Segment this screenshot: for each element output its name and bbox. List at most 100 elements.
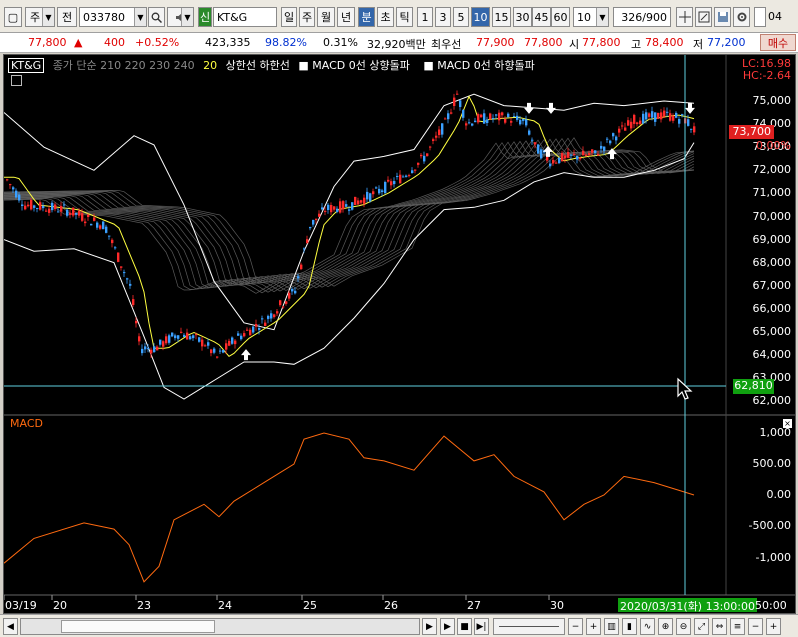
minus-icon[interactable]: − [568,618,583,635]
legend-macd-down: ■ MACD 0선 하향돌파 [423,59,535,72]
candle-body [42,205,45,209]
plus-icon[interactable]: + [586,618,601,635]
best-ask: 77,900 [476,36,515,49]
interval-60[interactable]: 60 [551,7,570,27]
candle-body [246,329,249,331]
line-chart-icon[interactable]: ∿ [640,618,655,635]
chart-area[interactable]: KT&G 종가 단순 210 220 230 240 20 상한선 하한선 ■ … [3,54,796,614]
candle-body [690,128,693,130]
candle-body [273,314,276,318]
interval-select[interactable]: 10 ▼ [573,7,609,27]
zoom-out-icon[interactable]: ⊖ [676,618,691,635]
candle-body [51,202,54,211]
scrollbar-thumb[interactable] [61,620,215,633]
candle-body [648,113,651,117]
candle-body [162,341,165,347]
play-icon[interactable]: ▶ [440,618,455,635]
horizontal-scrollbar[interactable] [20,618,420,635]
scroll-left-icon[interactable]: ◀ [3,618,18,635]
interval-5[interactable]: 5 [453,7,469,27]
tab-yearly[interactable]: 년 [337,7,355,27]
option-checkbox[interactable] [754,7,766,27]
interval-1[interactable]: 1 [417,7,433,27]
stock-name-field[interactable]: KT&G [213,7,277,27]
crosshair-icon[interactable] [676,7,693,27]
tab-second[interactable]: 초 [377,7,394,27]
volume-ratio: 98.82% [265,36,307,49]
legend-ma: 종가 단순 210 220 230 240 [52,59,195,72]
volume: 423,335 [205,36,251,49]
candle-body [366,191,369,200]
bar-count-field[interactable]: 326/900 [613,7,671,27]
candle-body [93,217,96,221]
stock-code-value: 033780 [83,10,125,24]
tab-minute[interactable]: 분 [358,7,375,27]
zoom-in-icon[interactable]: ⊕ [658,618,673,635]
interval-45[interactable]: 45 [532,7,551,27]
end-icon[interactable]: ▶| [474,618,489,635]
x-tick-label: 25 [303,599,317,612]
macd-cross-down-arrow [546,102,556,114]
tab-tick[interactable]: 틱 [396,7,413,27]
candle-body [186,332,189,340]
expand-icon[interactable]: ⇔ [712,618,727,635]
period-type-value: 주 [29,11,41,24]
scroll-right-icon[interactable]: ▶ [422,618,437,635]
ma-line [4,141,695,293]
candle-body [600,145,603,149]
candle-body [255,324,258,327]
stop-icon[interactable]: ■ [457,618,472,635]
candle-body [288,292,291,299]
candle-body [552,159,555,164]
candle-icon[interactable]: ▮ [622,618,637,635]
candle-body [261,318,264,320]
bollinger-lower-line [4,142,695,400]
candle-body [312,219,315,225]
speaker-icon[interactable]: ▼ [167,7,194,27]
search-icon[interactable] [148,7,165,27]
candle-body [60,206,63,212]
candle-body [24,205,27,210]
zoom-icon[interactable] [695,7,712,27]
y-tick-label: 64,000 [752,348,792,362]
stock-code-input[interactable]: 033780 ▼ [79,7,147,27]
candle-body [69,212,72,215]
candle-body [48,208,51,213]
candle-body [672,115,675,121]
candle-body [420,154,423,157]
tab-weekly[interactable]: 주 [299,7,315,27]
bar-chart-icon[interactable]: ▥ [604,618,619,635]
candle-body [81,213,84,221]
period-type-select[interactable]: 주 ▼ [25,7,55,27]
grid-toggle-icon[interactable] [11,75,22,86]
minimize-icon[interactable]: − [748,618,763,635]
fit-icon[interactable]: ⤢ [694,618,709,635]
candle-body [90,223,93,226]
maximize-icon[interactable]: + [766,618,781,635]
tab-monthly[interactable]: 월 [317,7,335,27]
prev-button[interactable]: 전 [57,7,77,27]
candle-body [225,343,228,350]
layout-icon[interactable]: ▢ [4,7,22,27]
interval-10[interactable]: 10 [471,7,490,27]
y-tick-label: 68,000 [752,255,792,269]
y-tick-label: 71,000 [752,186,792,200]
interval-30[interactable]: 30 [513,7,532,27]
candle-body [249,329,252,336]
settings-icon[interactable]: ≡ [730,618,745,635]
zoom-slider[interactable] [493,618,565,635]
candle-body [387,179,390,182]
interval-3[interactable]: 3 [435,7,451,27]
candle-body [468,122,471,124]
gear-icon[interactable] [733,7,750,27]
low-label: 저 [693,38,704,51]
buy-button[interactable]: 매수 [760,34,796,51]
candle-body [102,221,105,230]
candle-body [123,272,126,274]
candle-body [234,340,237,345]
option-checkbox-label: 04 [768,10,782,23]
save-icon[interactable] [714,7,731,27]
tab-daily[interactable]: 일 [281,7,297,27]
candle-body [114,247,117,249]
interval-15[interactable]: 15 [492,7,511,27]
